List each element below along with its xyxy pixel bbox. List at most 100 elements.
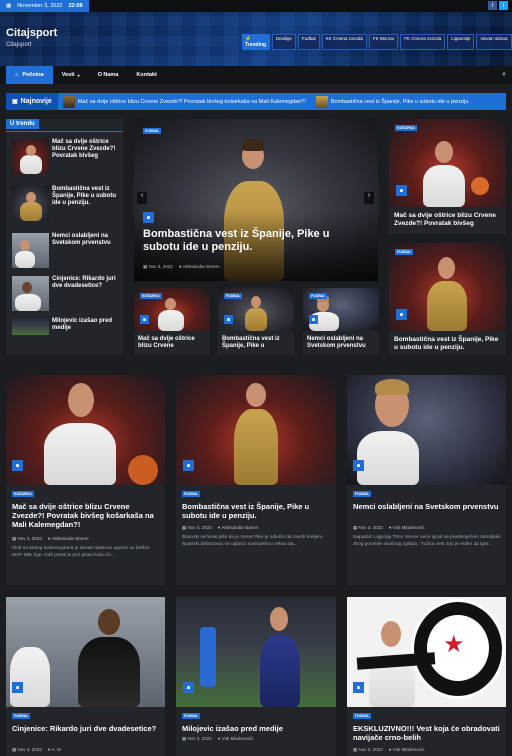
hero-image[interactable] (134, 119, 378, 281)
trending-tag[interactable]: KK Crvena zvezda (321, 34, 367, 50)
right-card-title[interactable]: Mač sa dvije oštrice blizu Crvene Zvezde… (394, 212, 502, 228)
camera-icon: ◙ (183, 682, 194, 693)
hero-category-badge[interactable]: Fudbal (143, 128, 162, 134)
article-excerpt: Španski večeras piše da je Gerar Pike je… (182, 535, 324, 548)
news-icon: ▣ (12, 99, 18, 105)
social-links: f t (488, 1, 508, 10)
camera-icon: ◙ (353, 682, 364, 693)
category-badge[interactable]: Fudbal (182, 713, 201, 719)
camera-icon: ◙ (140, 315, 149, 324)
site-header: Citajsport Citajsport ⚡ Trending Desilig… (0, 12, 512, 66)
news-ticker: ▣ Najnovije Mač sa dvije oštrice blizu C… (6, 93, 506, 110)
camera-icon: ◙ (396, 309, 407, 320)
category-badge[interactable]: Fudbal (182, 491, 201, 497)
sidebar-thumbnail[interactable] (12, 233, 49, 268)
article-image[interactable] (6, 375, 165, 485)
article-title[interactable]: Milojevic izašao pred medije (182, 724, 332, 733)
category-badge[interactable]: Košarka (12, 491, 34, 497)
article-title[interactable]: Cinjenice: Rikardo juri dve dvadesetice? (12, 724, 162, 733)
top-bar: ▦ November 3, 2022 22:08 f t (0, 0, 512, 12)
date-time: ▦ November 3, 2022 22:08 (0, 0, 89, 12)
trending-tag[interactable]: FK Crvena zvezda (400, 34, 446, 50)
article-image[interactable]: ★ (347, 597, 506, 707)
category-badge[interactable]: Fudbal (353, 713, 372, 719)
article-title[interactable]: Nemci oslabljeni na Svetskom prvenstvu (353, 502, 503, 511)
hero-meta: ▦ Nov 3, 2022 ● Aleksandar Barem (143, 264, 220, 269)
main-nav: ⌂ Početna Vesti ▾ O Nama Kontakt ⌕ (0, 66, 512, 84)
category-badge[interactable]: Fudbal (395, 249, 414, 255)
article-title[interactable]: EKSKLUZIVNO!!! Vest koja će obradovati n… (353, 724, 503, 742)
sidebar-item-title[interactable]: Cinjenice: Rikardo juri dve dvadesetice? (52, 276, 118, 290)
trending-tags: ⚡ Trending Desilige Fudbal KK Crvena zve… (242, 34, 512, 50)
hero-title[interactable]: Bombastična vest iz Španije, Pike u subo… (143, 228, 369, 254)
article-meta: ▦ Nov 2, 2022 ● Vuk Mladenović (353, 747, 425, 752)
article-title[interactable]: Mač sa dvije oštrice blizu Crvene Zvezde… (12, 502, 162, 529)
next-arrow-icon[interactable]: › (364, 192, 374, 204)
ticker-item[interactable]: Mač sa dvije oštrice blizu Crvene Zvezde… (58, 95, 311, 108)
article-image[interactable] (176, 597, 336, 707)
site-title[interactable]: Citajsport (6, 27, 57, 39)
article-meta: ▦ Nov 3, 2022 ● Aleksandar Barem (12, 536, 89, 541)
calendar-icon: ▦ (6, 3, 12, 9)
twitter-icon[interactable]: t (499, 1, 508, 10)
category-badge[interactable]: Košarka (395, 125, 417, 131)
sidebar-item-title[interactable]: Milojevic izašao pred medije (52, 318, 118, 332)
sidebar-thumbnail[interactable] (12, 276, 49, 311)
small-card-title[interactable]: Mač sa dvije oštrice blizu Crvene (138, 336, 208, 350)
camera-icon: ◙ (12, 460, 23, 471)
category-badge[interactable]: Fudbal (309, 293, 328, 299)
chevron-down-icon: ▾ (77, 72, 80, 78)
current-time: 22:08 (68, 3, 83, 9)
sidebar-thumbnail[interactable] (12, 186, 49, 221)
category-badge[interactable]: Fudbal (12, 713, 31, 719)
article-meta: ▦ Nov 3, 2022 ● Vuk Mladenović (353, 525, 425, 530)
category-badge[interactable]: Fudbal (224, 293, 243, 299)
current-date: November 3, 2022 (17, 3, 63, 9)
camera-icon: ◙ (183, 460, 194, 471)
trending-tag[interactable]: stevan stimac (476, 34, 512, 50)
camera-icon: ◙ (224, 315, 233, 324)
nav-about[interactable]: O Nama (89, 66, 128, 84)
camera-icon: ◙ (353, 460, 364, 471)
trending-tag[interactable]: Ligavrstje (447, 34, 475, 50)
category-badge[interactable]: Fudbal (353, 491, 372, 497)
prev-arrow-icon[interactable]: ‹ (137, 192, 147, 204)
right-card-title[interactable]: Bombastična vest iz Španije, Pike u subo… (394, 336, 502, 352)
article-image[interactable] (6, 597, 165, 707)
sidebar-item-title[interactable]: Bombastična vest iz Španije, Pike u subo… (52, 186, 118, 208)
sidebar-item-title[interactable]: Mač sa dvije oštrice blizu Crvene Zvezde… (52, 139, 118, 161)
home-icon: ⌂ (15, 72, 19, 78)
facebook-icon[interactable]: f (488, 1, 497, 10)
sidebar-title: U trendu (6, 119, 39, 129)
article-meta: ▦ Nov 3, 2022 ● Vuk Mladenović (182, 736, 254, 741)
trending-tag[interactable]: Desilige (271, 34, 296, 50)
small-card-title[interactable]: Bombastična vest iz Španije, Pike u (222, 336, 292, 350)
article-image[interactable] (176, 375, 336, 485)
camera-icon: ◙ (309, 315, 318, 324)
nav-contact[interactable]: Kontakt (127, 66, 165, 84)
ticker-thumbnail (315, 95, 328, 108)
calendar-icon: ▦ (143, 264, 148, 269)
article-meta: ▦ Nov 3, 2022 ● A. M (12, 747, 61, 752)
camera-icon: ◙ (12, 682, 23, 693)
ticker-item[interactable]: Bombastična vest iz Španije, Pike u subo… (311, 95, 475, 108)
ticker-label: ▣ Najnovije (6, 93, 58, 110)
trending-tag[interactable]: Fudbal (297, 34, 320, 50)
article-excerpt: Napadač Lajpciga Timo Verner neće igrati… (353, 535, 501, 548)
sidebar-thumbnail[interactable] (12, 318, 49, 335)
trending-label: ⚡ Trending (242, 34, 270, 50)
nav-home[interactable]: ⌂ Početna (6, 66, 53, 84)
trending-tag[interactable]: FK Mornar (368, 34, 399, 50)
article-meta: ▦ Nov 3, 2022 ● Aleksandar Barem (182, 525, 259, 530)
camera-icon: ◙ (396, 185, 407, 196)
sidebar-item-title[interactable]: Nemci oslabljeni na Svetskom prvenstvu (52, 233, 118, 247)
article-title[interactable]: Bombastična vest iz Španije, Pike u subo… (182, 502, 332, 520)
user-icon: ● (178, 264, 182, 269)
category-badge[interactable]: Košarka (140, 293, 162, 299)
nav-news[interactable]: Vesti ▾ (53, 66, 89, 84)
search-icon[interactable]: ⌕ (502, 71, 506, 79)
sidebar-thumbnail[interactable] (12, 139, 49, 174)
ticker-thumbnail (62, 95, 75, 108)
small-card-title[interactable]: Nemci oslabljeni na Svetskom prvenstvu (307, 336, 377, 350)
article-image[interactable] (347, 375, 506, 485)
